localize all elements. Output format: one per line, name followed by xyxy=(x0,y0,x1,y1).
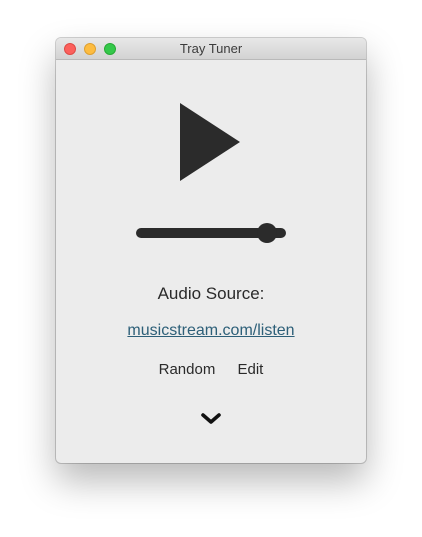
source-actions: Random Edit xyxy=(56,361,366,378)
chevron-down-icon xyxy=(201,413,221,424)
expand-button[interactable] xyxy=(200,412,222,426)
title-bar[interactable]: Tray Tuner xyxy=(56,38,366,60)
random-button[interactable]: Random xyxy=(159,361,216,378)
volume-slider[interactable] xyxy=(136,222,288,244)
app-window: Tray Tuner Audio Source: musicstream.com… xyxy=(56,38,366,463)
audio-source-container: musicstream.com/listen xyxy=(56,322,366,340)
window-title: Tray Tuner xyxy=(179,41,243,56)
audio-source-label: Audio Source: xyxy=(157,284,265,303)
edit-button[interactable]: Edit xyxy=(238,361,264,378)
play-icon xyxy=(180,103,240,181)
audio-source-link[interactable]: musicstream.com/listen xyxy=(127,322,294,339)
slider-thumb[interactable] xyxy=(256,223,277,243)
play-button[interactable] xyxy=(178,102,242,182)
